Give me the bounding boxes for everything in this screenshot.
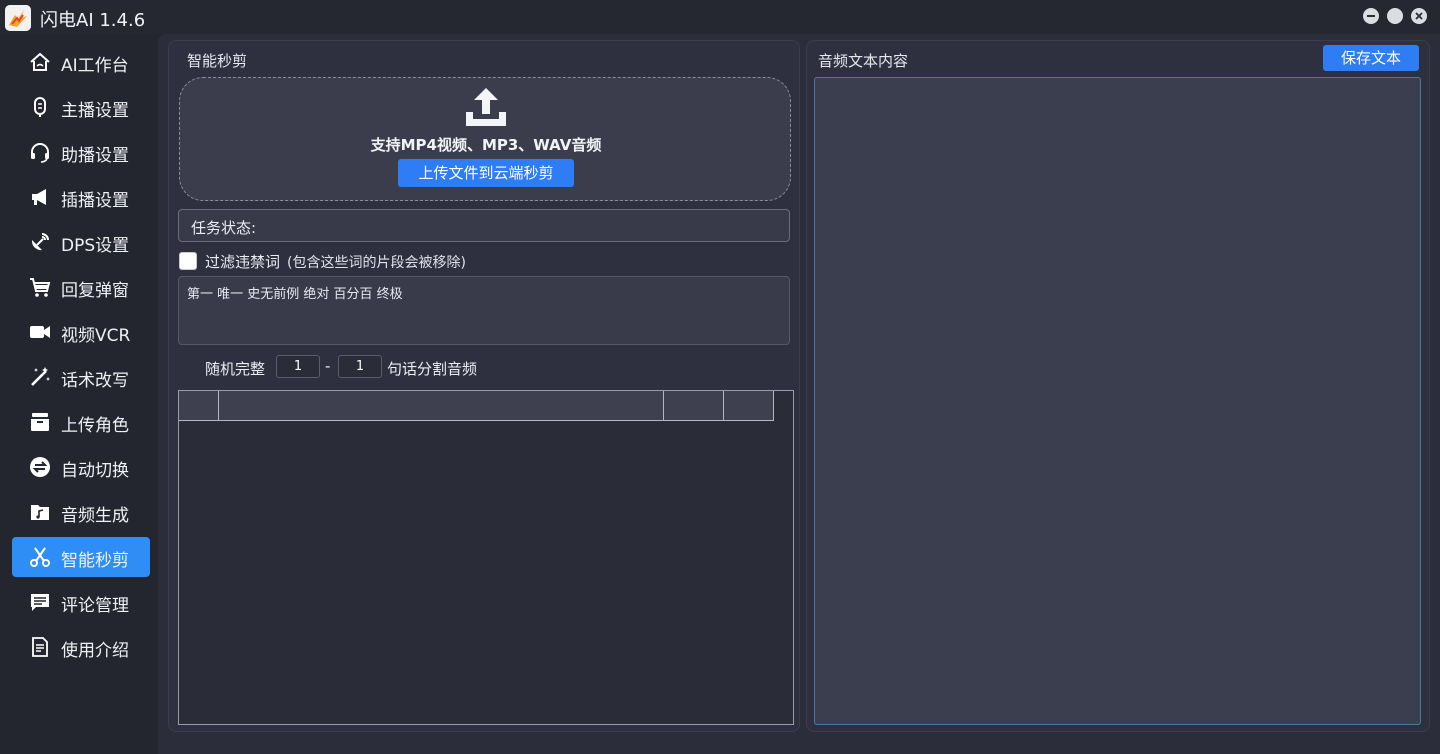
sidebar-item-label: 视频VCR <box>61 326 131 346</box>
panel-title: 音频文本内容 <box>818 52 909 70</box>
table-header <box>179 391 774 421</box>
sidebar-item-label: 使用介绍 <box>61 641 129 661</box>
sidebar-item-audio-generate[interactable]: 音频生成 <box>12 492 150 532</box>
sidebar-item-usage-guide[interactable]: 使用介绍 <box>12 627 150 667</box>
table-column-header[interactable] <box>664 391 724 421</box>
close-icon[interactable] <box>1411 8 1427 24</box>
upload-to-cloud-button[interactable]: 上传文件到云端秒剪 <box>398 159 574 187</box>
music-folder-icon <box>28 500 52 524</box>
split-dash: - <box>325 357 331 375</box>
upload-hint: 支持MP4视频、MP3、WAV音频 <box>370 136 602 154</box>
magic-wand-icon <box>28 365 52 389</box>
maximize-icon[interactable] <box>1387 8 1403 24</box>
sidebar-item-label: 自动切换 <box>61 461 129 481</box>
sidebar-item-reply-popup[interactable]: 回复弹窗 <box>12 267 150 307</box>
archive-box-icon <box>28 410 52 434</box>
scissors-icon <box>28 545 52 569</box>
sidebar-item-label: 上传角色 <box>61 416 129 436</box>
sidebar-item-label: 智能秒剪 <box>61 551 129 571</box>
sidebar-item-label: DPS设置 <box>61 236 130 256</box>
save-text-button[interactable]: 保存文本 <box>1323 45 1419 71</box>
table-column-header[interactable] <box>219 391 664 421</box>
split-from-spinbox[interactable]: 1 <box>276 355 320 378</box>
table-column-header[interactable] <box>179 391 219 421</box>
cart-icon <box>28 275 52 299</box>
sidebar: AI工作台 主播设置 助播设置 插播设置 DPS设置 回复弹窗 视频VCR 话术… <box>0 34 158 754</box>
audio-text-textarea[interactable] <box>814 77 1421 725</box>
sidebar-item-label: 音频生成 <box>61 506 129 526</box>
sidebar-item-ai-workbench[interactable]: AI工作台 <box>12 42 150 82</box>
sidebar-item-script-rewrite[interactable]: 话术改写 <box>12 357 150 397</box>
sidebar-item-upload-role[interactable]: 上传角色 <box>12 402 150 442</box>
task-status-label: 任务状态: <box>191 219 257 237</box>
filter-note: (包含这些词的片段会被移除) <box>287 255 466 271</box>
upload-icon <box>464 86 508 128</box>
comment-icon <box>28 590 52 614</box>
title-bar: 闪电AI 1.4.6 <box>0 0 1440 34</box>
switch-arrows-icon <box>28 455 52 479</box>
video-camera-icon <box>28 320 52 344</box>
task-status-box: 任务状态: <box>178 209 790 242</box>
banned-words-textarea[interactable]: 第一 唯一 史无前例 绝对 百分百 终极 <box>178 276 790 345</box>
banned-words-text: 第一 唯一 史无前例 绝对 百分百 终极 <box>187 287 403 302</box>
sidebar-item-comment-management[interactable]: 评论管理 <box>12 582 150 622</box>
filter-banned-words-label: 过滤违禁词 <box>205 253 281 271</box>
upload-drop-zone[interactable]: 支持MP4视频、MP3、WAV音频 上传文件到云端秒剪 <box>179 77 791 201</box>
document-icon <box>28 635 52 659</box>
satellite-icon <box>28 230 52 254</box>
sidebar-item-auto-switch[interactable]: 自动切换 <box>12 447 150 487</box>
headset-icon <box>28 140 52 164</box>
app-title: 闪电AI 1.4.6 <box>40 10 146 31</box>
split-to-spinbox[interactable]: 1 <box>338 355 382 378</box>
smart-cut-panel: 智能秒剪 支持MP4视频、MP3、WAV音频 上传文件到云端秒剪 任务状态: 过… <box>168 40 800 732</box>
microphone-icon <box>28 95 52 119</box>
sidebar-item-anchor-settings[interactable]: 主播设置 <box>12 87 150 127</box>
filter-banned-words-checkbox[interactable] <box>179 252 197 270</box>
split-settings-row: 随机完整 1 - 1 句话分割音频 <box>205 355 605 379</box>
sidebar-item-smart-cut[interactable]: 智能秒剪 <box>12 537 150 577</box>
sidebar-item-label: AI工作台 <box>61 56 129 76</box>
audio-text-panel: 音频文本内容 保存文本 <box>806 40 1430 732</box>
sidebar-item-video-vcr[interactable]: 视频VCR <box>12 312 150 352</box>
minimize-icon[interactable] <box>1363 8 1379 24</box>
megaphone-icon <box>28 185 52 209</box>
sidebar-item-dps-settings[interactable]: DPS设置 <box>12 222 150 262</box>
app-logo-icon <box>5 5 31 31</box>
table-column-header[interactable] <box>724 391 774 421</box>
segments-table[interactable] <box>178 390 794 725</box>
sidebar-item-assistant-settings[interactable]: 助播设置 <box>12 132 150 172</box>
sidebar-item-label: 评论管理 <box>61 596 129 616</box>
sidebar-item-label: 回复弹窗 <box>61 281 129 301</box>
sidebar-item-label: 主播设置 <box>61 101 129 121</box>
home-icon <box>28 50 52 74</box>
panel-title: 智能秒剪 <box>187 52 248 70</box>
sidebar-item-label: 助播设置 <box>61 146 129 166</box>
main-content: 智能秒剪 支持MP4视频、MP3、WAV音频 上传文件到云端秒剪 任务状态: 过… <box>158 34 1440 754</box>
sidebar-item-label: 话术改写 <box>61 371 129 391</box>
split-prefix-label: 随机完整 <box>205 360 266 378</box>
sidebar-item-label: 插播设置 <box>61 191 129 211</box>
sidebar-item-insert-settings[interactable]: 插播设置 <box>12 177 150 217</box>
split-suffix-label: 句话分割音频 <box>387 360 478 378</box>
